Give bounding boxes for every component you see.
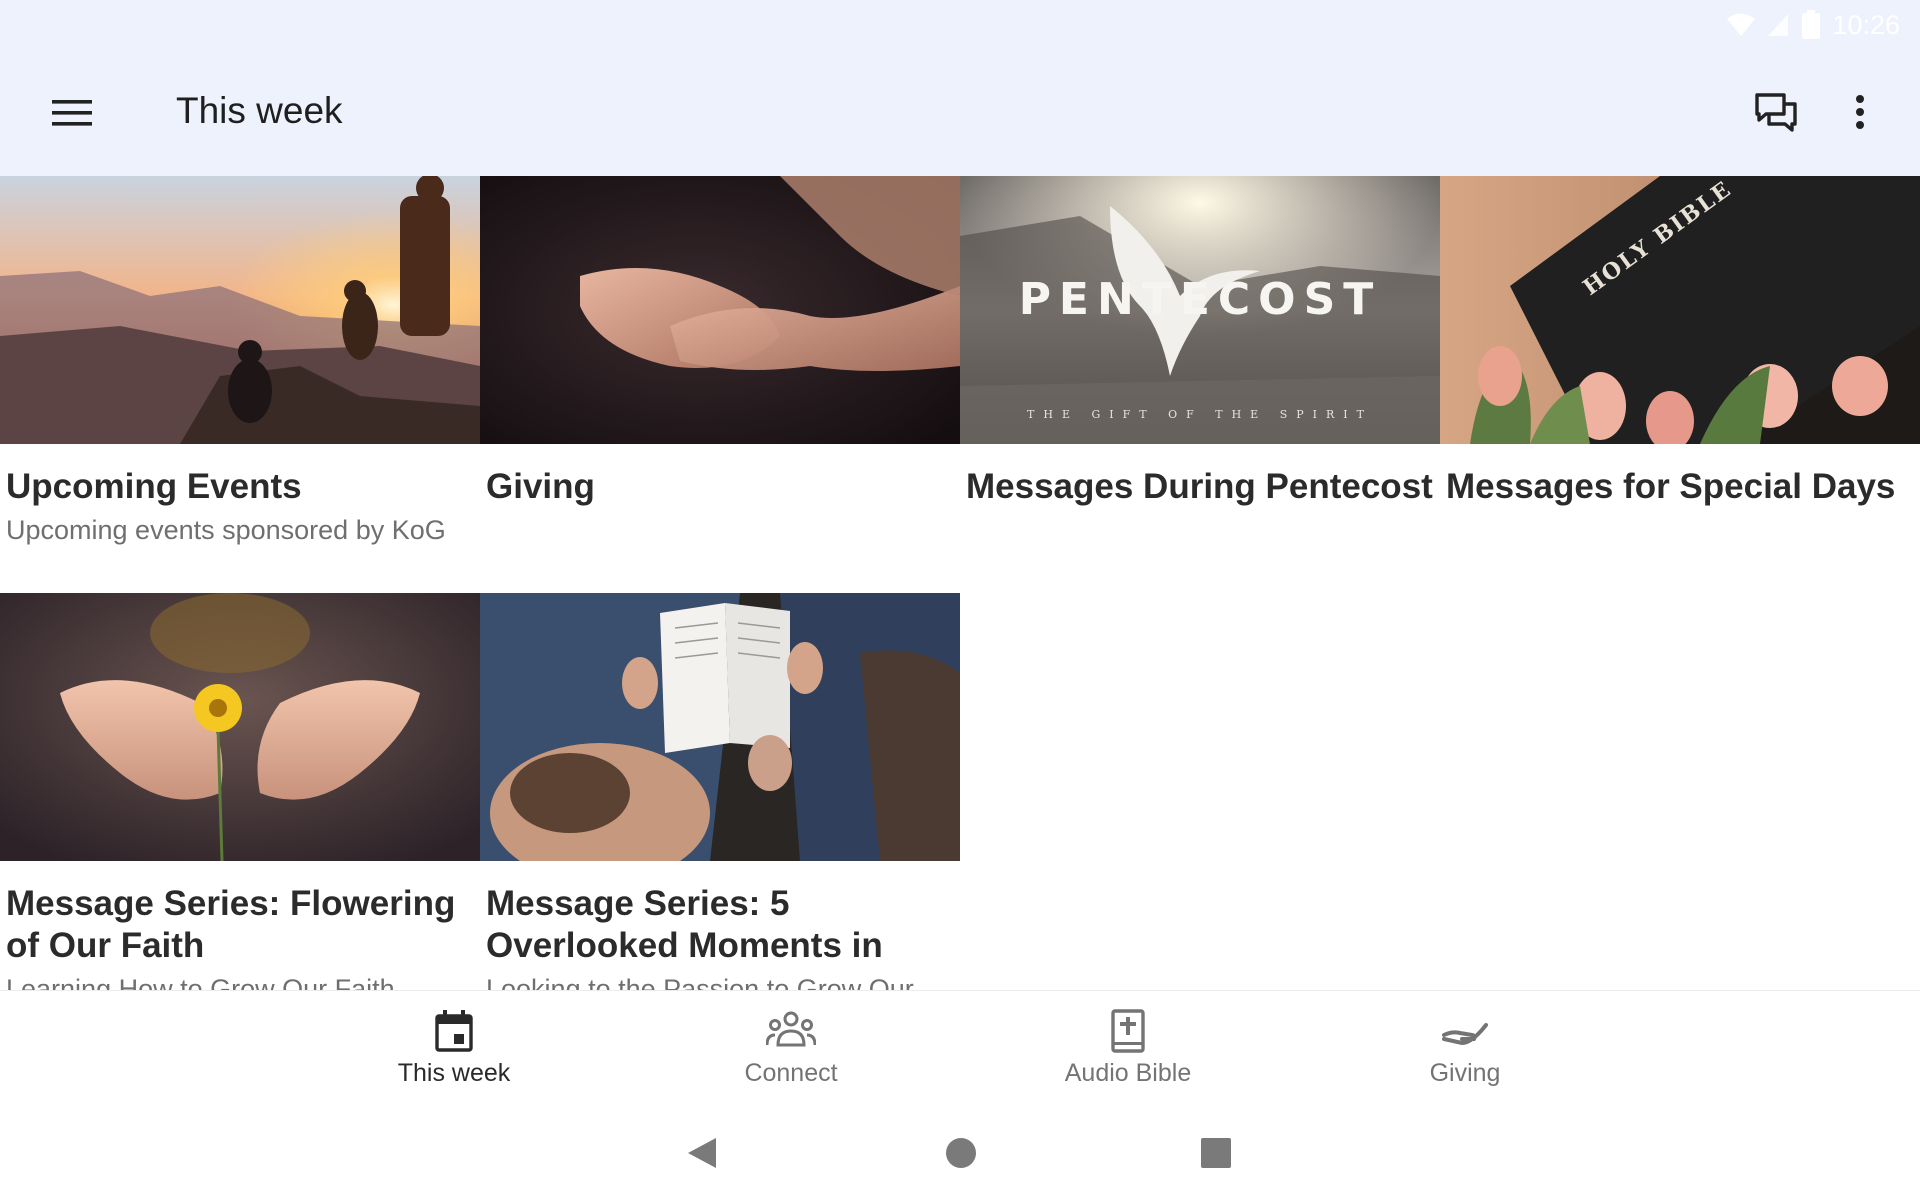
card-image-mountain-sunset [0,176,480,444]
groups-icon [766,1011,816,1047]
app-bar: This week [0,50,1920,176]
card-title: Message Series: Flowering of Our Faith [6,884,456,965]
card-title: Message Series: 5 Overlooked Moments in … [486,884,883,965]
card-image-open-hands [480,176,960,444]
card-series-flowering-faith[interactable]: Message Series: Flowering of Our Faith L… [0,593,480,990]
card-upcoming-events[interactable]: Upcoming Events Upcoming events sponsore… [0,176,480,548]
battery-icon [1800,10,1822,40]
card-series-overlooked-moments[interactable]: Message Series: 5 Overlooked Moments in … [480,593,960,990]
giving-hand-icon [1442,1023,1488,1046]
wifi-icon [1726,12,1756,38]
card-messages-pentecost[interactable]: PENTECOST THE GIFT OF THE SPIRIT Message… [960,176,1440,508]
status-time: 10:26 [1832,9,1900,40]
chat-button[interactable] [1748,84,1804,140]
bottom-navigation: This week Connect Audio Bible Giving [0,990,1920,1102]
system-back-button[interactable] [686,1136,718,1175]
nav-label: Audio Bible [1064,1059,1192,1087]
nav-giving[interactable]: Giving [1345,1009,1585,1099]
card-title: Giving [486,467,595,506]
menu-icon [52,100,92,126]
status-bar: 10:26 [0,0,1920,50]
more-vert-icon [1856,95,1864,129]
page-title: This week [176,90,343,131]
nav-audio-bible[interactable]: Audio Bible [1008,1009,1248,1099]
card-title: Messages for Special Days [1446,467,1896,506]
recents-square-icon [1201,1138,1231,1168]
nav-connect[interactable]: Connect [671,1009,911,1099]
nav-label: Connect [744,1059,838,1087]
card-image-hands-flower [0,593,480,861]
card-subtitle: Learning How to Grow Our Faith [6,974,395,990]
pentecost-image-text: PENTECOST [1019,274,1382,325]
bible-icon [1111,1009,1145,1053]
more-options-button[interactable] [1834,84,1886,140]
card-giving[interactable]: Giving [480,176,960,508]
calendar-icon [435,1010,473,1052]
card-image-pentecost: PENTECOST THE GIFT OF THE SPIRIT [960,176,1440,444]
signal-icon [1766,12,1790,38]
chat-icon [1755,93,1797,132]
nav-label: Giving [1429,1059,1501,1087]
nav-this-week[interactable]: This week [334,1009,574,1099]
status-icons: 10:26 [1726,8,1900,42]
system-navigation-bar [0,1102,1920,1200]
card-title: Upcoming Events [6,467,302,506]
system-home-button[interactable] [945,1136,977,1175]
card-messages-special-days[interactable]: HOLY BIBLE Messages for Special Days [1440,176,1920,508]
back-triangle-icon [688,1138,716,1168]
pentecost-image-subtext: THE GIFT OF THE SPIRIT [1027,408,1373,421]
card-subtitle: Looking to the Passion to Grow Our… [486,974,941,990]
content-grid: Upcoming Events Upcoming events sponsore… [0,176,1920,990]
home-circle-icon [946,1138,976,1168]
card-image-reading-bible [480,593,960,861]
card-title: Messages During Pentecost [966,467,1433,506]
card-image-holy-bible: HOLY BIBLE [1440,176,1920,444]
card-subtitle: Upcoming events sponsored by KoG [6,515,446,545]
nav-label: This week [397,1059,511,1087]
system-recents-button[interactable] [1200,1136,1232,1175]
menu-button[interactable] [38,86,106,140]
